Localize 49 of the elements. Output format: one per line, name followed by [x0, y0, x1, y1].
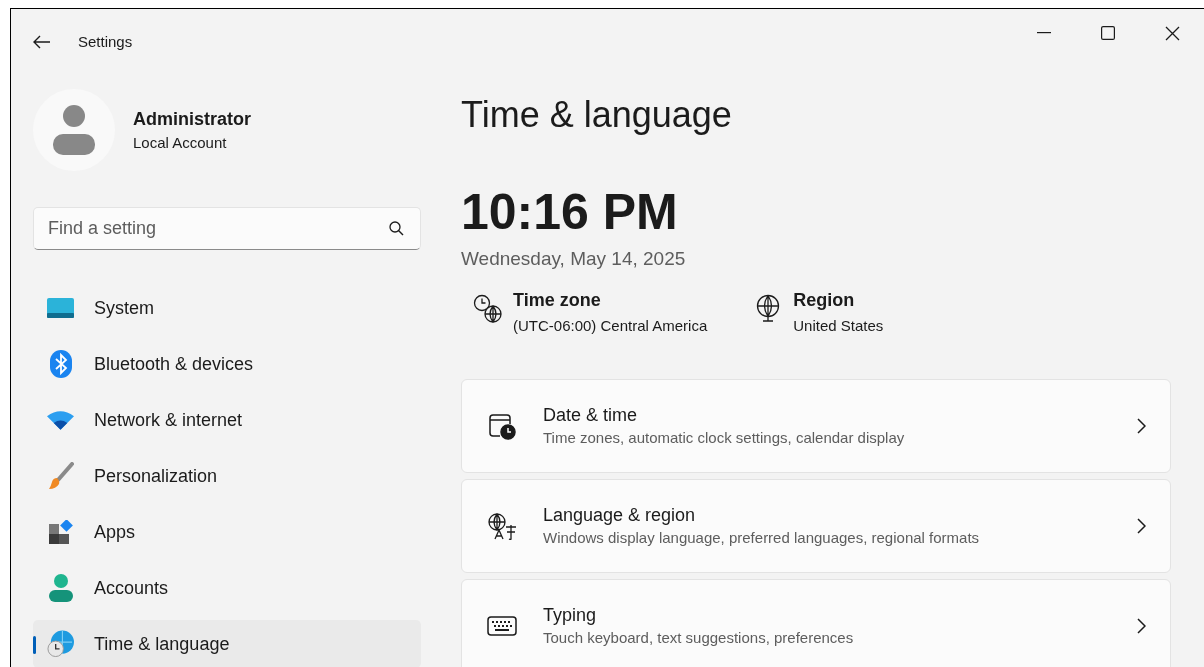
clock-time: 10:16 PM [461, 183, 679, 242]
search-field[interactable]: Find a setting [33, 207, 421, 250]
info-label: Region [793, 289, 856, 312]
sidebar-item[interactable]: Bluetooth & devices [33, 340, 421, 388]
chevron-right-icon [1137, 418, 1146, 434]
card-description: Time zones, automatic clock settings, calendar display [543, 428, 906, 448]
chevron-right-icon [1137, 518, 1146, 534]
info-label: Time zone [513, 289, 602, 312]
card-description: Windows display language, preferred languages, regional formats [543, 528, 981, 548]
card-title: Typing [543, 604, 598, 627]
card-description: Touch keyboard, text suggestions, preferences [543, 628, 855, 648]
info-value: United States [793, 316, 884, 336]
window-title: Settings [78, 33, 133, 50]
page-title: Time & language [461, 93, 733, 137]
user-silhouette-icon [53, 105, 95, 155]
globe-icon [755, 294, 782, 322]
calendar-clock-icon [488, 412, 516, 440]
keyboard-icon [487, 615, 517, 637]
search-icon [389, 221, 404, 236]
card-title: Language & region [543, 504, 697, 527]
bluetooth-icon [49, 350, 72, 378]
person-icon [48, 574, 73, 602]
chevron-right-icon [1137, 618, 1146, 634]
paintbrush-icon [47, 462, 74, 490]
back-arrow-icon[interactable] [33, 34, 51, 49]
clock-globe-icon [473, 294, 503, 324]
clock-date: Wednesday, May 14, 2025 [461, 247, 687, 271]
account-name: Administrator [133, 107, 251, 131]
maximize-icon [1101, 26, 1115, 40]
sidebar-item[interactable]: Network & internet [33, 396, 421, 444]
settings-card[interactable]: Date & time Time zones, automatic clock settings, calendar display [461, 379, 1171, 473]
close-icon [1164, 25, 1180, 41]
card-title: Date & time [543, 404, 639, 427]
globe-clock-icon [47, 630, 74, 658]
sidebar-item[interactable]: Time & language [33, 620, 421, 667]
settings-card[interactable]: Typing Touch keyboard, text suggestions, preferences [461, 579, 1171, 667]
minimize-icon [1037, 32, 1051, 34]
wifi-icon [47, 410, 74, 430]
monitor-icon [47, 298, 74, 318]
info-value: (UTC-06:00) Central America [513, 316, 708, 336]
language-icon [487, 512, 517, 540]
sidebar-item[interactable]: Accounts [33, 564, 421, 612]
account-type: Local Account [133, 132, 228, 153]
sidebar-item[interactable]: System [33, 284, 421, 332]
apps-icon [48, 520, 73, 544]
sidebar-item[interactable]: Personalization [33, 452, 421, 500]
sidebar-item[interactable]: Apps [33, 508, 421, 556]
selection-indicator [33, 636, 36, 654]
settings-card[interactable]: Language & region Windows display language, preferred languages, regional formats [461, 479, 1171, 573]
